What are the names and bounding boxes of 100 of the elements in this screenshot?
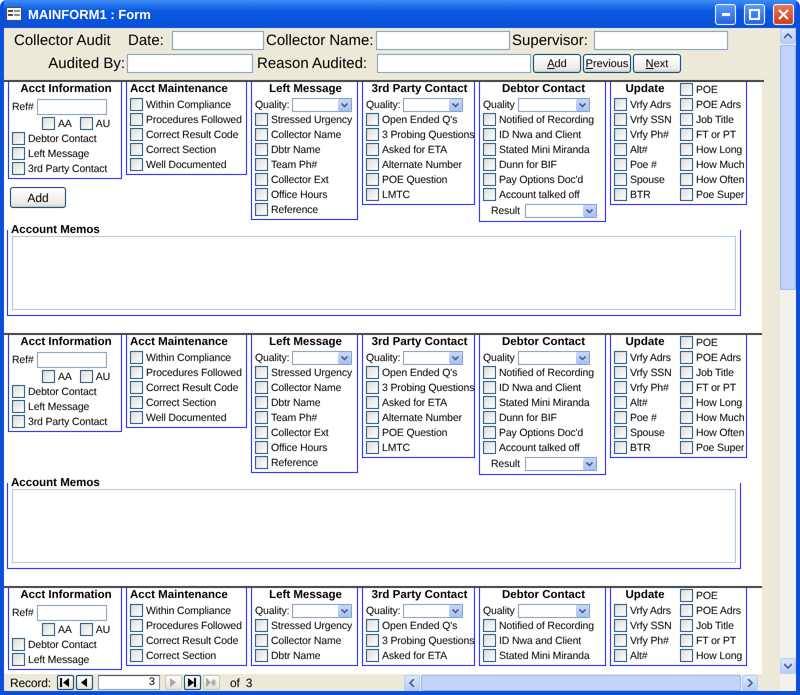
checkbox-label: How Long bbox=[696, 650, 742, 662]
checkbox-label: Dbtr Name bbox=[271, 144, 320, 156]
checkbox-label: AU bbox=[96, 624, 110, 636]
group-title: Left Message bbox=[268, 335, 343, 350]
checkbox-label: LMTC bbox=[382, 188, 410, 200]
checkbox-label: Stated Mini Miranda bbox=[499, 144, 590, 156]
group-title: Acct Maintenance bbox=[130, 82, 229, 97]
record-number-field[interactable]: 3 bbox=[98, 675, 160, 690]
checkbox-label: Office Hours bbox=[271, 442, 328, 454]
checkbox-label: Asked for ETA bbox=[382, 396, 447, 408]
checkbox-label: POE bbox=[696, 336, 718, 348]
checkbox-label: Poe Super bbox=[696, 188, 744, 200]
checkbox-label: How Often bbox=[696, 174, 744, 186]
checkbox-label: Alternate Number bbox=[382, 158, 462, 170]
group-title: Update bbox=[624, 588, 666, 603]
checkbox-label: 3rd Party Contact bbox=[28, 416, 108, 428]
checkbox-label: Poe # bbox=[630, 412, 657, 424]
checkbox-label: Job Title bbox=[696, 366, 734, 378]
checkbox-label: Team Ph# bbox=[271, 158, 318, 170]
record-label: Record: bbox=[10, 676, 51, 690]
checkbox-label: AA bbox=[58, 624, 72, 636]
checkbox-label: Reference bbox=[271, 204, 318, 216]
checkbox-label: How Much bbox=[696, 412, 744, 424]
checkbox-label: Team Ph# bbox=[271, 412, 318, 424]
field-label: Quality: bbox=[255, 604, 290, 616]
field-label: Quality bbox=[483, 352, 515, 364]
checkbox-label: Asked for ETA bbox=[382, 650, 447, 662]
checkbox-label: Open Ended Q's bbox=[382, 366, 458, 378]
field-label: Ref# bbox=[12, 100, 34, 112]
group-title: Acct Information bbox=[19, 335, 113, 350]
checkbox-label: Vrfy SSN bbox=[630, 620, 672, 632]
field-label: Result bbox=[491, 458, 520, 470]
checkbox-label: Vrfy Adrs bbox=[630, 352, 671, 364]
checkbox-label: Within Compliance bbox=[146, 352, 231, 364]
group-title: Update bbox=[624, 82, 666, 97]
checkbox-label: Account talked off bbox=[499, 442, 580, 454]
checkbox-label: AU bbox=[96, 370, 110, 382]
checkbox-label: Open Ended Q's bbox=[382, 114, 458, 126]
checkbox-label: ID Nwa and Client bbox=[499, 128, 582, 140]
field-label: Quality: bbox=[255, 352, 290, 364]
checkbox-label: 3rd Party Contact bbox=[28, 162, 108, 174]
checkbox-label: Job Title bbox=[696, 114, 734, 126]
checkbox-label: ID Nwa and Client bbox=[499, 634, 582, 646]
checkbox-label: ID Nwa and Client bbox=[499, 382, 582, 394]
checkbox-label: Within Compliance bbox=[146, 98, 231, 110]
checkbox-label: Open Ended Q's bbox=[382, 620, 458, 632]
checkbox-label: Notified of Recording bbox=[499, 114, 594, 126]
checkbox-label: Collector Name bbox=[271, 128, 342, 140]
group-title: 3rd Party Contact bbox=[370, 82, 468, 97]
checkbox-label: Vrfy Ph# bbox=[630, 634, 669, 646]
field-label: Audited By: bbox=[47, 55, 126, 72]
checkbox-label: Well Documented bbox=[146, 158, 226, 170]
checkbox-label: Reference bbox=[271, 456, 318, 468]
checkbox-label: POE Question bbox=[382, 174, 448, 186]
field-label: Quality: bbox=[366, 98, 400, 110]
checkbox-label: Correct Result Code bbox=[146, 128, 238, 140]
group-title: 3rd Party Contact bbox=[370, 335, 468, 350]
nav-button[interactable]: Next bbox=[633, 54, 681, 73]
checkbox-label: Procedures Followed bbox=[146, 114, 242, 126]
checkbox-label: FT or PT bbox=[696, 634, 736, 646]
group-title: Debtor Contact bbox=[500, 588, 586, 603]
checkbox-label: Pay Options Doc'd bbox=[499, 426, 584, 438]
field-label: Ref# bbox=[12, 354, 34, 366]
field-label: Quality: bbox=[366, 604, 400, 616]
checkbox-label: POE Adrs bbox=[696, 98, 741, 110]
checkbox-label: Debtor Contact bbox=[28, 386, 97, 398]
checkbox-label: Collector Name bbox=[271, 634, 342, 646]
checkbox-label: Debtor Contact bbox=[28, 132, 97, 144]
checkbox-label: FT or PT bbox=[696, 382, 736, 394]
checkbox-label: Poe Super bbox=[696, 442, 744, 454]
checkbox-label: POE Adrs bbox=[696, 604, 741, 616]
group-title: 3rd Party Contact bbox=[370, 588, 468, 603]
checkbox-label: AA bbox=[58, 118, 72, 130]
checkbox-label: LMTC bbox=[382, 442, 410, 454]
checkbox-label: Procedures Followed bbox=[146, 620, 242, 632]
checkbox-label: Well Documented bbox=[146, 412, 226, 424]
checkbox-label: BTR bbox=[630, 442, 651, 454]
nav-button[interactable]: Previous bbox=[583, 54, 631, 73]
checkbox-label: Within Compliance bbox=[146, 604, 231, 616]
checkbox-label: Poe # bbox=[630, 158, 657, 170]
checkbox-label: POE Question bbox=[382, 426, 448, 438]
nav-button[interactable]: Add bbox=[533, 54, 581, 73]
checkbox-label: Spouse bbox=[630, 174, 665, 186]
checkbox-label: Stressed Urgency bbox=[271, 114, 352, 126]
group-title: Update bbox=[624, 335, 666, 350]
group-title: Acct Information bbox=[19, 82, 113, 97]
checkbox-label: Spouse bbox=[630, 426, 665, 438]
field-label: Date: bbox=[128, 32, 165, 49]
checkbox-label: BTR bbox=[630, 188, 651, 200]
checkbox-label: Dunn for BIF bbox=[499, 158, 557, 170]
checkbox-label: Collector Name bbox=[271, 382, 342, 394]
add-button[interactable]: Add bbox=[10, 187, 66, 208]
checkbox-label: Left Message bbox=[28, 654, 90, 666]
checkbox-label: AU bbox=[96, 118, 110, 130]
checkbox-label: Correct Result Code bbox=[146, 634, 238, 646]
group-title: Acct Information bbox=[19, 588, 113, 603]
checkbox-label: Account talked off bbox=[499, 188, 580, 200]
checkbox-label: Dbtr Name bbox=[271, 396, 320, 408]
form-title: Collector Audit bbox=[13, 32, 112, 49]
checkbox-label: Stressed Urgency bbox=[271, 620, 352, 632]
